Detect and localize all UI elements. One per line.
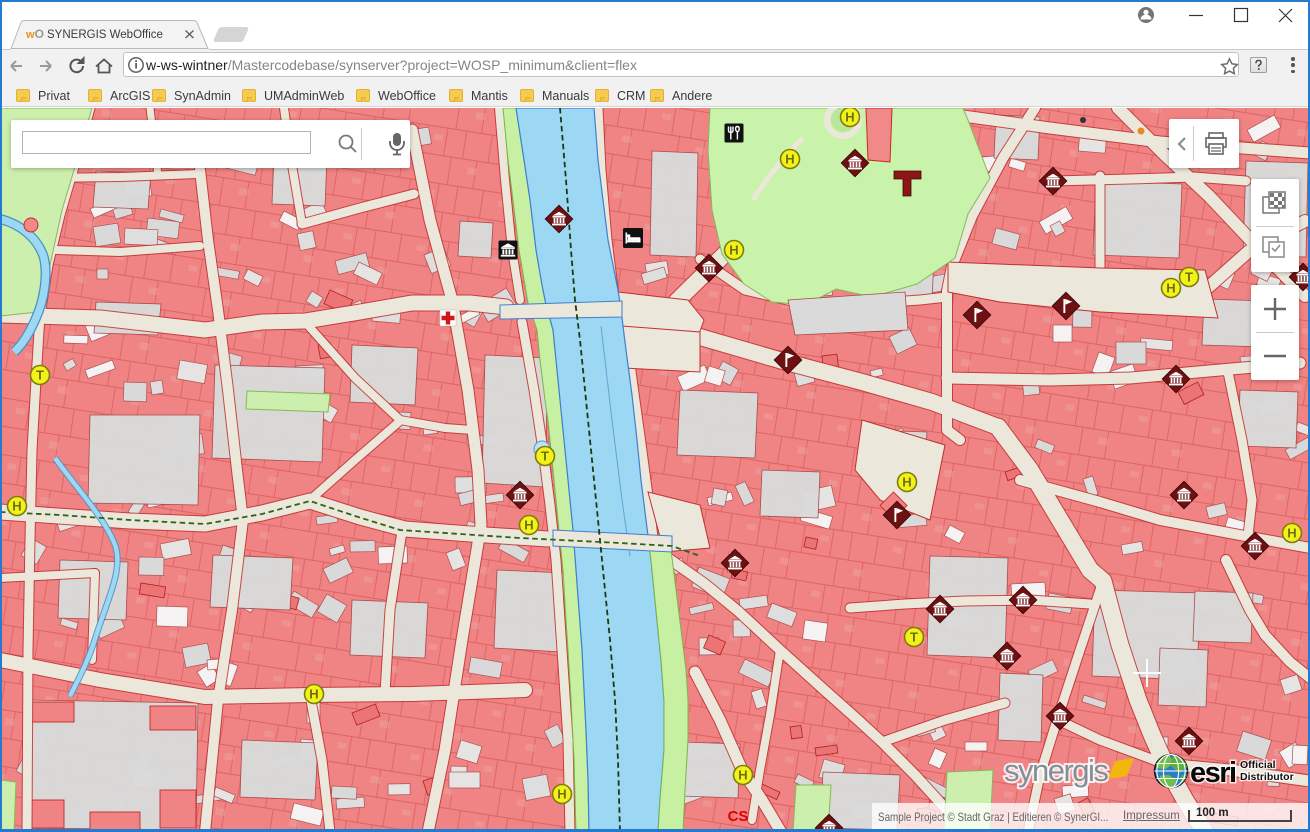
- svg-text:H: H: [524, 517, 533, 532]
- svg-text:synergis: synergis: [1004, 753, 1108, 788]
- svg-text:H: H: [12, 498, 21, 513]
- svg-text:T: T: [910, 629, 918, 644]
- svg-text:H: H: [557, 786, 566, 801]
- svg-text:CS: CS: [728, 808, 749, 825]
- svg-text:esri: esri: [1190, 757, 1236, 789]
- svg-text:H: H: [738, 767, 747, 782]
- svg-text:H: H: [902, 474, 911, 489]
- svg-text:Distributor: Distributor: [1240, 771, 1294, 783]
- svg-text:H: H: [1166, 280, 1175, 295]
- svg-text:H: H: [845, 109, 854, 124]
- svg-text:H: H: [1287, 525, 1296, 540]
- svg-text:H: H: [729, 242, 738, 257]
- svg-text:T: T: [36, 367, 44, 382]
- svg-text:T: T: [541, 448, 549, 463]
- svg-text:T: T: [1185, 269, 1193, 284]
- svg-text:SYNERGIS WebOffice: SYNERGIS WebOffice: [47, 29, 163, 41]
- svg-text:wO: wO: [25, 27, 44, 41]
- svg-text:H: H: [309, 686, 318, 701]
- svg-text:H: H: [785, 151, 794, 166]
- svg-text:Official: Official: [1240, 759, 1276, 771]
